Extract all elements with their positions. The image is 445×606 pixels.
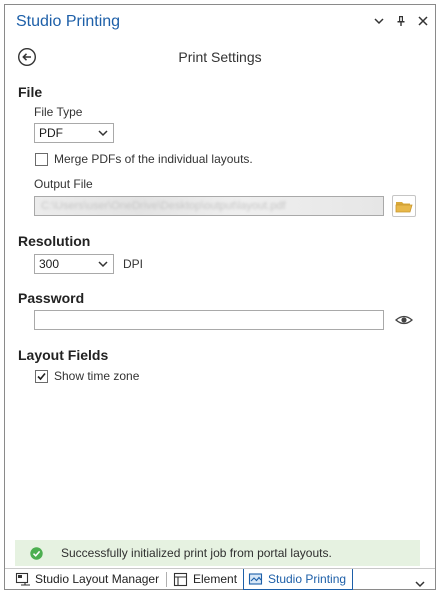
file-heading: File [18,84,43,100]
merge-pdfs-label: Merge PDFs of the individual layouts. [54,152,253,166]
folder-open-icon [395,202,413,213]
success-check-icon [30,547,43,560]
browse-folder-button[interactable] [392,195,416,217]
tab-overflow-button[interactable] [415,575,425,593]
chevron-down-icon [98,261,108,268]
file-type-value: PDF [39,126,63,140]
page-header: Print Settings [5,45,435,73]
tab-element[interactable]: Element [169,569,241,590]
show-password-button[interactable] [394,312,414,328]
tab-studio-layout-manager[interactable]: Studio Layout Manager [11,569,163,590]
tab-divider [166,572,167,587]
tab-studio-printing[interactable]: Studio Printing [243,569,353,590]
resolution-value: 300 [39,257,60,271]
merge-pdfs-checkbox[interactable] [35,153,48,166]
chevron-down-icon [415,581,425,588]
show-time-zone-checkbox[interactable] [35,370,48,383]
pane-tab-bar: Studio Layout Manager Element Studio Pri… [5,568,435,591]
status-message: Successfully initialized print job from … [61,546,332,560]
layout-fields-heading: Layout Fields [18,347,109,363]
password-heading: Password [18,290,85,306]
pane-controls [373,14,429,28]
file-type-label: File Type [34,105,83,119]
tab-label: Studio Printing [268,572,347,586]
resolution-heading: Resolution [18,233,91,249]
options-chevron-icon[interactable] [373,14,385,28]
output-file-path-input[interactable]: C:\Users\user\OneDrive\Desktop\output\la… [34,196,384,216]
output-path-redacted: C:\Users\user\OneDrive\Desktop\output\la… [41,200,286,212]
status-message-bar: Successfully initialized print job from … [15,540,420,566]
output-file-label: Output File [34,177,93,191]
pane-title: Studio Printing [16,13,121,30]
printing-icon [248,573,263,585]
layout-manager-icon [15,572,30,586]
element-icon [173,572,188,587]
show-time-zone-label: Show time zone [54,369,140,383]
resolution-dropdown[interactable]: 300 [34,254,114,274]
eye-icon [395,315,413,325]
pane-titlebar: Studio Printing [5,5,435,39]
file-type-dropdown[interactable]: PDF [34,123,114,143]
dpi-label: DPI [123,257,144,271]
pin-icon[interactable] [395,14,407,28]
tab-label: Element [193,572,238,586]
checkmark-icon [37,372,46,381]
chevron-down-icon [98,130,108,137]
studio-printing-pane: Studio Printing Print Settings File File… [4,4,436,590]
tab-label: Studio Layout Manager [35,572,160,586]
close-icon[interactable] [417,14,429,28]
password-input[interactable] [34,310,384,330]
page-title: Print Settings [178,49,262,65]
